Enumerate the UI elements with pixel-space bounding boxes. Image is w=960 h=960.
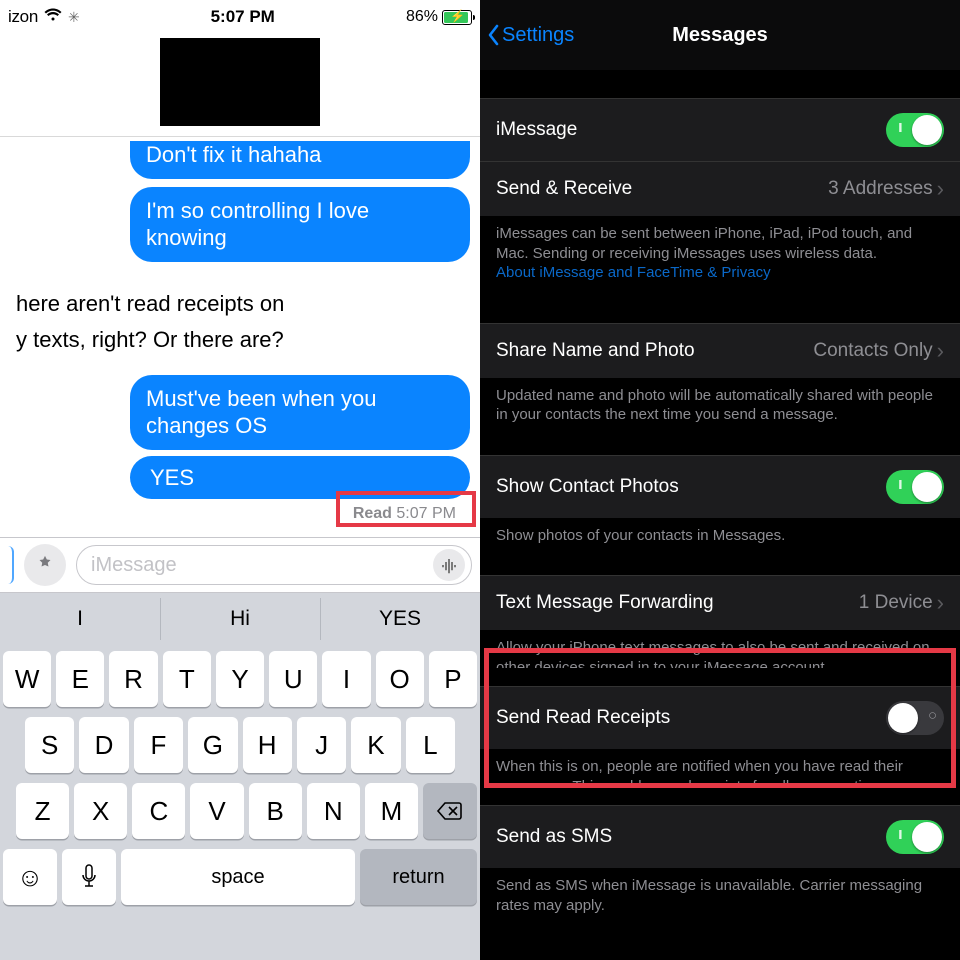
key[interactable]: Z (16, 783, 69, 839)
status-bar: izon ✳︎ 5:07 PM 86% ⚡ (0, 0, 480, 34)
activity-icon: ✳︎ (68, 9, 79, 26)
key[interactable]: N (307, 783, 360, 839)
row-share-name-photo[interactable]: Share Name and Photo Contacts Only› (480, 323, 960, 378)
sent-bubble: I'm so controlling I love knowing (130, 187, 470, 262)
page-title: Messages (672, 24, 768, 47)
key[interactable]: T (163, 651, 211, 707)
row-imessage[interactable]: iMessage (480, 98, 960, 161)
footer-imessage-info: iMessages can be sent between iPhone, iP… (480, 216, 960, 295)
keyboard-row-2: S D F G H J K L (3, 717, 477, 773)
redacted-contact-header (160, 38, 320, 126)
message-text-field[interactable]: iMessage (76, 545, 472, 585)
row-send-as-sms[interactable]: Send as SMS (480, 805, 960, 868)
camera-button-edge[interactable] (8, 546, 14, 584)
back-button[interactable]: Settings (486, 24, 574, 47)
battery-percent: 86% (406, 8, 438, 26)
space-key[interactable]: space (121, 849, 355, 905)
key[interactable]: U (269, 651, 317, 707)
key[interactable]: B (249, 783, 302, 839)
conversation-scroll[interactable]: Don't fix it hahaha I'm so controlling I… (0, 143, 480, 523)
suggestion[interactable]: I (0, 593, 160, 645)
about-imessage-link[interactable]: About iMessage and FaceTime & Privacy (496, 264, 771, 281)
keyboard-row-4: ☺ space return (3, 849, 477, 905)
sent-bubble-cut: Don't fix it hahaha (130, 141, 470, 179)
nav-bar: Settings Messages (480, 0, 960, 70)
settings-messages-panel: Settings Messages iMessage Send & Receiv… (480, 0, 960, 960)
key[interactable]: H (243, 717, 292, 773)
toggle-send-sms[interactable] (886, 820, 944, 854)
settings-scroll[interactable]: iMessage Send & Receive 3 Addresses› iMe… (480, 70, 960, 960)
key[interactable]: K (351, 717, 400, 773)
key[interactable]: S (25, 717, 74, 773)
footer-send-sms: Send as SMS when iMessage is unavailable… (480, 868, 960, 927)
message-input-bar: iMessage (0, 537, 480, 593)
key[interactable]: X (74, 783, 127, 839)
quicktype-suggestions: I Hi YES (0, 593, 480, 645)
sent-bubble: Must've been when you changes OS (130, 375, 470, 450)
key[interactable]: M (365, 783, 418, 839)
voice-message-button[interactable] (433, 549, 465, 581)
key[interactable]: P (429, 651, 477, 707)
chevron-right-icon: › (937, 176, 944, 202)
key[interactable]: R (109, 651, 157, 707)
key[interactable]: L (406, 717, 455, 773)
key[interactable]: E (56, 651, 104, 707)
row-send-receive[interactable]: Send & Receive 3 Addresses› (480, 161, 960, 216)
suggestion[interactable]: Hi (160, 593, 320, 645)
keyboard: W E R T Y U I O P S D F G H J K L Z X C … (0, 645, 480, 960)
received-text-line: y texts, right? Or there are? (10, 322, 410, 359)
clock: 5:07 PM (211, 7, 275, 27)
keyboard-row-3: Z X C V B N M (3, 783, 477, 839)
received-text-line: here aren't read receipts on (10, 286, 410, 323)
key[interactable]: G (188, 717, 237, 773)
key[interactable]: V (190, 783, 243, 839)
suggestion[interactable]: YES (320, 593, 480, 645)
carrier-label: izon (8, 7, 38, 27)
toggle-imessage[interactable] (886, 113, 944, 147)
return-key[interactable]: return (360, 849, 477, 905)
key[interactable]: O (376, 651, 424, 707)
wifi-icon (44, 7, 62, 27)
emoji-key[interactable]: ☺ (3, 849, 57, 905)
battery-icon: ⚡ (442, 10, 472, 25)
row-show-contact-photos[interactable]: Show Contact Photos (480, 455, 960, 518)
annotation-highlight-read-receipts (484, 648, 956, 788)
keyboard-row-1: W E R T Y U I O P (3, 651, 477, 707)
key[interactable]: Y (216, 651, 264, 707)
key[interactable]: C (132, 783, 185, 839)
toggle-contact-photos[interactable] (886, 470, 944, 504)
footer-share-info: Updated name and photo will be automatic… (480, 378, 960, 437)
key[interactable]: I (322, 651, 370, 707)
footer-contact-photos: Show photos of your contacts in Messages… (480, 518, 960, 558)
row-text-forwarding[interactable]: Text Message Forwarding 1 Device› (480, 575, 960, 630)
chevron-right-icon: › (937, 338, 944, 364)
placeholder: iMessage (91, 554, 177, 577)
app-store-button[interactable] (24, 544, 66, 586)
dictation-key[interactable] (62, 849, 116, 905)
key[interactable]: D (79, 717, 128, 773)
key[interactable]: F (134, 717, 183, 773)
key[interactable]: J (297, 717, 346, 773)
messages-app-panel: izon ✳︎ 5:07 PM 86% ⚡ Don't fix it hahah… (0, 0, 480, 960)
chevron-right-icon: › (937, 590, 944, 616)
annotation-highlight-read (336, 491, 476, 527)
delete-key[interactable] (423, 783, 477, 839)
key[interactable]: W (3, 651, 51, 707)
